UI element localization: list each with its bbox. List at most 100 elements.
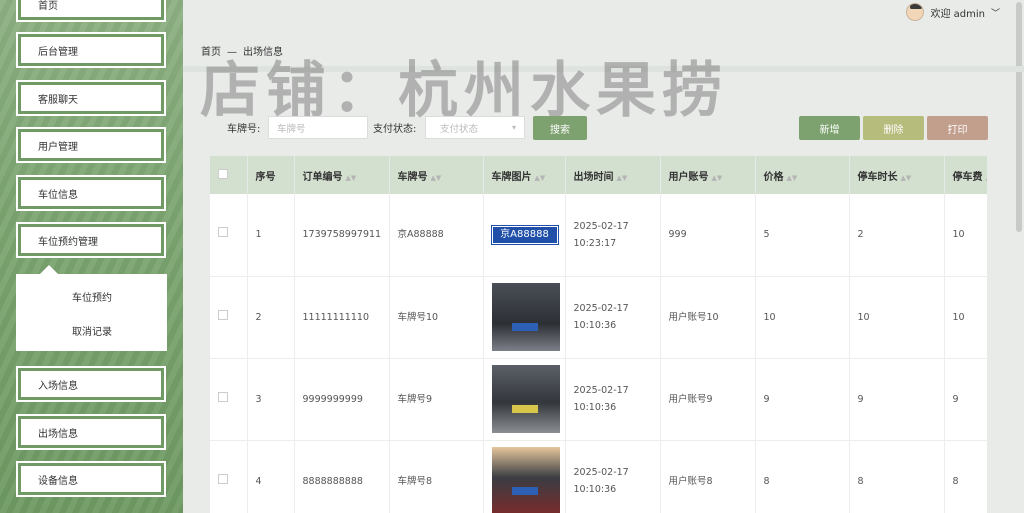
col-header-label: 车牌图片 <box>491 171 532 183</box>
sidebar-item-label: 设备信息 <box>21 466 161 492</box>
plate-tag <box>511 405 538 413</box>
sort-icon[interactable]: ▲▼ <box>617 174 628 182</box>
col-header-duration[interactable]: 停车时长 ▲▼ <box>849 156 945 194</box>
user-menu[interactable]: 欢迎 admin ﹀ <box>906 3 1000 21</box>
plate-image[interactable]: 京A88888 <box>490 224 559 245</box>
cell-duration: 2 <box>849 194 945 277</box>
cell-time: 2025-02-17 10:10:36 <box>565 276 661 359</box>
cell-price: 9 <box>755 358 850 441</box>
row-select-cell[interactable] <box>210 194 248 277</box>
sidebar-item-users[interactable]: 用户管理 <box>16 127 166 163</box>
sort-icon[interactable]: ▲▼ <box>986 174 988 182</box>
sidebar-item-label: 用户管理 <box>21 132 161 158</box>
cell-duration: 9 <box>849 358 945 441</box>
sort-icon[interactable]: ▲▼ <box>346 174 357 182</box>
breadcrumb-home[interactable]: 首页 <box>201 47 221 58</box>
col-header-label: 订单编号 <box>302 171 343 183</box>
sort-icon[interactable]: ▲▼ <box>535 174 546 182</box>
table-row: 1 1739758997911 京A88888 京A88888 2025-02-… <box>210 194 987 277</box>
select-all-checkbox[interactable] <box>218 168 228 179</box>
col-header-time[interactable]: 出场时间 ▲▼ <box>565 156 661 194</box>
cell-index: 1 <box>247 194 295 277</box>
cell-image <box>483 358 566 441</box>
submenu-item-cancel-records[interactable]: 取消记录 <box>16 313 167 347</box>
cell-order: 8888888888 <box>294 440 390 513</box>
row-select-cell[interactable] <box>210 440 248 513</box>
avatar <box>906 3 925 21</box>
row-select-cell[interactable] <box>210 276 248 359</box>
sidebar-item-label: 入场信息 <box>21 371 161 397</box>
col-header-user[interactable]: 用户账号 ▲▼ <box>660 156 756 194</box>
top-bar: 欢迎 admin ﹀ <box>183 0 1024 30</box>
cell-user: 999 <box>660 194 756 277</box>
col-header-label: 序号 <box>255 171 276 183</box>
cell-fee: 10 <box>944 194 987 277</box>
cell-fee: 10 <box>944 276 987 359</box>
row-checkbox[interactable] <box>218 391 228 402</box>
search-button[interactable]: 搜索 <box>533 116 587 140</box>
sidebar-item-home[interactable]: 首页 <box>16 0 166 22</box>
cell-image <box>483 276 566 359</box>
sort-icon[interactable]: ▲▼ <box>901 174 912 182</box>
sort-icon[interactable]: ▲▼ <box>712 174 723 182</box>
car-photo[interactable] <box>491 447 560 513</box>
delete-button[interactable]: 删除 <box>863 116 924 140</box>
cell-order: 1739758997911 <box>294 194 390 277</box>
sidebar-item-label: 出场信息 <box>21 419 161 445</box>
submenu-item-reserve[interactable]: 车位预约 <box>16 279 167 313</box>
col-header-order[interactable]: 订单编号 ▲▼ <box>294 156 390 194</box>
cell-index: 4 <box>247 440 295 513</box>
table-row: 4 8888888888 车牌号8 2025-02-17 10:10:36 用户… <box>210 440 987 513</box>
col-header-label: 停车时长 <box>857 171 898 183</box>
sidebar-item-devices[interactable]: 设备信息 <box>16 461 166 497</box>
cell-time: 2025-02-17 10:23:17 <box>565 194 661 277</box>
breadcrumb-current: 出场信息 <box>243 47 283 58</box>
cell-fee: 8 <box>944 440 987 513</box>
row-checkbox[interactable] <box>218 473 228 484</box>
data-table: 序号 订单编号 ▲▼ 车牌号 ▲▼ 车牌图片 ▲▼ 出场时间 ▲▼ 用户账号 ▲▼ 价格 ▲… <box>210 156 987 513</box>
plate-tag <box>511 487 538 495</box>
sort-icon[interactable]: ▲▼ <box>787 174 798 182</box>
pay-status-label: 支付状态: <box>373 124 417 135</box>
col-header-image[interactable]: 车牌图片 ▲▼ <box>483 156 566 194</box>
cell-user: 用户账号10 <box>660 276 756 359</box>
cell-duration: 10 <box>849 276 945 359</box>
cell-price: 10 <box>755 276 850 359</box>
plate-input[interactable]: 车牌号 <box>268 116 368 139</box>
sidebar-item-entry[interactable]: 入场信息 <box>16 366 166 402</box>
divider <box>183 66 1024 72</box>
col-header-price[interactable]: 价格 ▲▼ <box>755 156 850 194</box>
row-select-cell[interactable] <box>210 358 248 441</box>
col-header-label: 停车费 <box>952 171 983 183</box>
sidebar-item-label: 后台管理 <box>21 37 161 63</box>
sidebar: 首页 后台管理 客服聊天 用户管理 车位信息 车位预约管理 车位预约 取消记录 … <box>0 0 183 513</box>
pay-status-select[interactable]: 支付状态 ▾ <box>425 116 525 139</box>
sidebar-item-chat[interactable]: 客服聊天 <box>16 80 166 116</box>
car-photo[interactable] <box>491 365 560 433</box>
chevron-down-icon: ▾ <box>511 123 516 132</box>
cell-plate: 车牌号8 <box>389 440 484 513</box>
col-header-label: 车牌号 <box>397 171 428 183</box>
col-header-index[interactable]: 序号 <box>247 156 295 194</box>
sidebar-item-exit[interactable]: 出场信息 <box>16 414 166 450</box>
col-header-label: 出场时间 <box>573 171 614 183</box>
row-checkbox[interactable] <box>218 227 228 238</box>
print-button[interactable]: 打印 <box>927 116 988 140</box>
col-header-label: 价格 <box>763 171 784 183</box>
car-photo[interactable] <box>491 283 560 351</box>
cell-time: 2025-02-17 10:10:36 <box>565 358 661 441</box>
select-all-cell[interactable] <box>210 156 248 194</box>
sidebar-item-backend[interactable]: 后台管理 <box>16 32 166 68</box>
page-scrollbar[interactable] <box>1016 2 1022 232</box>
sidebar-item-spaces[interactable]: 车位信息 <box>16 175 166 211</box>
cell-fee: 9 <box>944 358 987 441</box>
sidebar-item-reservations[interactable]: 车位预约管理 <box>16 222 166 258</box>
cell-duration: 8 <box>849 440 945 513</box>
cell-index: 3 <box>247 358 295 441</box>
user-greeting: 欢迎 admin <box>930 8 985 20</box>
col-header-plate[interactable]: 车牌号 ▲▼ <box>389 156 484 194</box>
col-header-fee[interactable]: 停车费▲▼ <box>944 156 987 194</box>
row-checkbox[interactable] <box>218 309 228 320</box>
add-button[interactable]: 新增 <box>799 116 860 140</box>
sort-icon[interactable]: ▲▼ <box>431 174 442 182</box>
